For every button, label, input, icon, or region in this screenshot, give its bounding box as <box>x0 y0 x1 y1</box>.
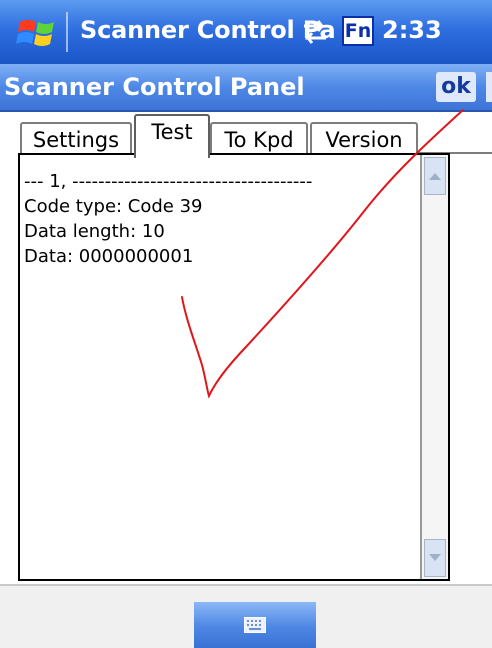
scan-output-textarea[interactable]: --- 1, ---------------------------------… <box>18 153 450 581</box>
output-line: Data: 0000000001 <box>24 246 194 267</box>
bottom-menu-bar <box>0 584 492 648</box>
fn-key-indicator[interactable]: Fn <box>342 16 374 46</box>
chevron-up-icon <box>429 173 441 180</box>
chevron-down-icon <box>429 554 441 561</box>
keyboard-button[interactable] <box>194 602 316 648</box>
output-line: Code type: Code 39 <box>24 196 203 217</box>
clock[interactable]: 2:33 <box>382 16 442 44</box>
vertical-scrollbar[interactable] <box>420 155 448 579</box>
tab-strip: Settings Test To Kpd Version <box>0 112 492 158</box>
connectivity-arrows-icon[interactable] <box>300 18 330 46</box>
window-title: Scanner Control Pa <box>80 16 336 44</box>
output-lines: --- 1, ---------------------------------… <box>24 169 312 269</box>
ok-button[interactable]: ok <box>436 72 476 102</box>
scroll-up-button[interactable] <box>424 157 446 195</box>
output-line: --- 1, ---------------------------------… <box>24 171 313 192</box>
app-header: Scanner Control Panel ok <box>0 64 492 112</box>
windows-flag-icon[interactable] <box>16 16 60 50</box>
status-divider <box>66 12 68 52</box>
status-bar: Scanner Control Pa Fn 2:33 <box>0 0 492 64</box>
header-edge-button <box>486 72 492 102</box>
keyboard-icon <box>244 617 266 633</box>
scroll-down-button[interactable] <box>424 539 446 577</box>
output-line: Data length: 10 <box>24 221 165 242</box>
tab-test[interactable]: Test <box>134 114 210 158</box>
page-title: Scanner Control Panel <box>4 73 305 101</box>
